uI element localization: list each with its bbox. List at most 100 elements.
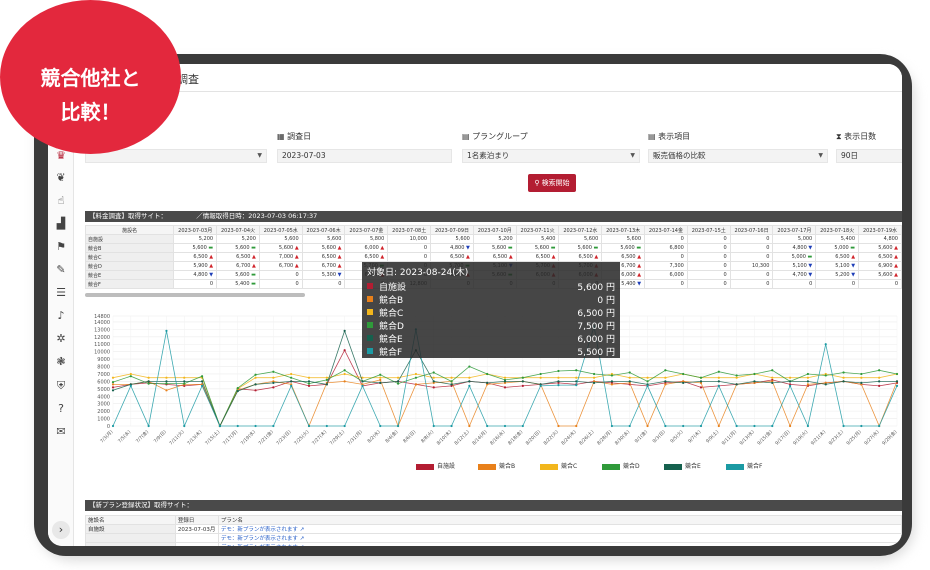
date-column-header: 2023-07-05水 [258,225,303,235]
mail-icon[interactable]: ✉ [53,424,69,440]
data-point [628,376,631,379]
data-point [806,383,810,386]
price-cell: 5,600 ▲ [858,243,902,253]
data-point [860,381,863,384]
leaf-icon[interactable]: ❦ [53,170,69,186]
legend-label: 自施設 [437,463,456,470]
data-point [646,424,649,428]
list-icon[interactable]: ☰ [53,285,69,301]
data-point [610,380,614,383]
cogs-icon[interactable]: ❃ [53,354,69,370]
y-tick-label: 9000 [97,357,110,363]
data-point [592,381,596,384]
price-cell: 10,000 [387,234,432,244]
display-item-select[interactable]: 販売価格の比較 ▼ [648,149,828,163]
data-point [111,376,115,379]
flat-icon: ▬ [591,245,599,251]
price-cell: 5,100 ▼ [772,261,817,271]
data-point [379,424,382,428]
price-cell: 5,000 ▬ [772,252,817,262]
display-days-select[interactable]: 90日 [836,149,902,163]
data-point [592,376,596,379]
data-point [646,384,649,387]
data-point [895,380,899,383]
survey-date-input[interactable]: 2023-07-03 [277,149,452,163]
up-arrow-icon: ▲ [892,245,898,251]
flat-icon: ▬ [206,245,214,251]
data-point [806,424,810,428]
legend-item[interactable]: 競合D [602,461,640,470]
data-point [307,382,311,385]
y-tick-label: 12000 [94,335,110,341]
data-point [664,380,667,383]
flat-icon: ▬ [249,281,256,287]
data-point [272,370,275,373]
facility-name [85,542,176,546]
table-header-row: 施設名 2023-07-03月 2023-07-04火 2023-07-05水 2023… [84,225,902,235]
column-header: プラン名 [217,515,902,525]
legend-label: 競合D [623,463,640,470]
display-item-value: 販売価格の比較 [653,151,706,160]
price-cell: 0 [686,279,731,289]
price-cell: 6,500 ▲ [430,252,474,262]
plan-group-select[interactable]: 1名素泊まり ▼ [462,149,640,163]
legend-item[interactable]: 競合B [478,461,515,470]
x-tick-label: 7/17(月) [222,429,239,446]
data-point [111,381,115,384]
shield-icon[interactable]: ⛨ [53,378,69,394]
data-point [200,380,204,383]
horizontal-scrollbar[interactable] [85,293,305,297]
data-point [379,373,382,376]
x-tick-label: 8/24(木) [560,428,578,446]
y-tick-label: 10000 [94,350,110,356]
price-cell: 5,600 [430,234,474,244]
plan-link[interactable]: デモ：新プランが表示されます ↗ [221,545,304,546]
price-cell: 5,400 [515,234,560,244]
data-point [325,378,328,382]
data-point [557,424,560,428]
tooltip-swatch [367,322,373,328]
price-cell: 0 [686,234,731,244]
plan-link[interactable]: デモ：新プランが表示されます ↗ [221,536,304,542]
price-cell: 0 [772,279,817,289]
price-cell: 6,500 ▲ [558,252,603,262]
price-cell: 6,800 [644,243,688,253]
facility-name [85,533,176,543]
up-arrow-icon: ▲ [250,254,256,260]
chart-icon[interactable]: ▟ [53,216,69,232]
table-row: デモ：新プランが表示されます ↗ [85,533,902,543]
hand-icon[interactable]: ☝ [53,193,69,209]
x-tick-label: 9/27(水) [863,428,881,446]
expand-sidebar-button[interactable]: › [52,521,70,539]
search-button[interactable]: ⚲ 検索開始 [528,174,576,192]
x-tick-label: 7/21(金) [257,428,275,446]
data-point [343,372,346,376]
price-cell: 0 [729,279,774,289]
legend-item[interactable]: 競合C [540,461,577,470]
edit-icon[interactable]: ✎ [53,262,69,278]
bell-icon[interactable]: ♪ [53,308,69,324]
x-tick-label: 8/26(土) [577,428,595,446]
gear-icon[interactable]: ✲ [53,331,69,347]
price-cell: 0 [729,243,774,253]
y-tick-label: 5000 [97,387,110,393]
data-point [432,424,435,428]
price-cell: 0 [301,279,346,289]
x-tick-label: 8/30(水) [613,428,631,446]
price-cell: 10,300 [729,261,774,271]
x-tick-label: 9/29(金) [880,428,898,446]
legend-item[interactable]: 自施設 [416,461,456,470]
data-point [396,382,400,385]
data-point [806,376,810,379]
flag-icon[interactable]: ⚑ [53,239,69,255]
plan-link[interactable]: デモ：新プランが表示されます ↗ [221,527,304,533]
tooltip-row: 自施設 5,600 円 [367,280,615,293]
help-icon[interactable]: ? [53,401,69,417]
tooltip-row: 競合D 7,500 円 [367,319,615,332]
price-cell: 0 [644,234,688,244]
legend-item[interactable]: 競合F [726,461,762,470]
up-arrow-icon: ▲ [378,254,385,260]
data-point [183,380,186,383]
legend-item[interactable]: 競合E [664,461,701,470]
x-tick-label: 8/2(水) [366,428,382,444]
